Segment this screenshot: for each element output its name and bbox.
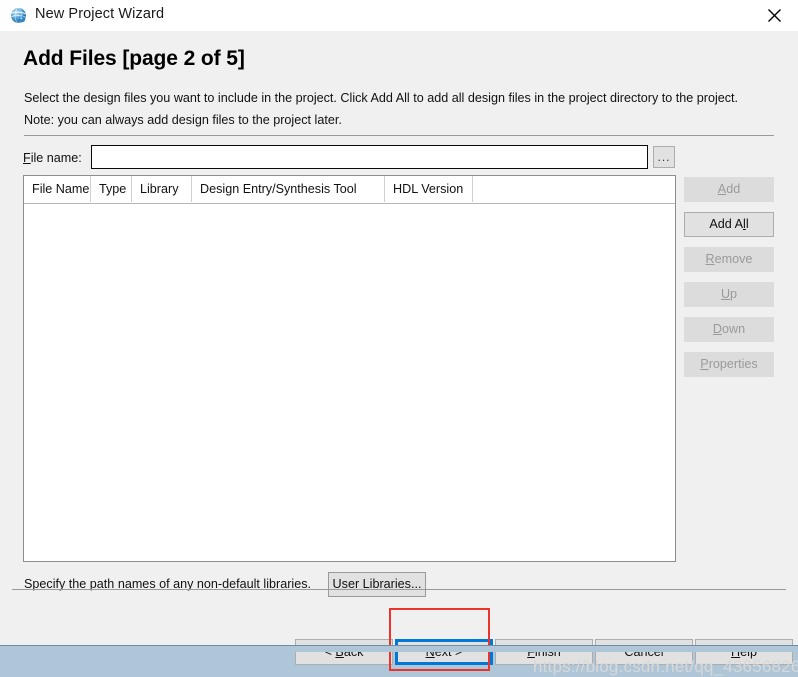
remove-button: Remove [684, 247, 774, 272]
desktop-background-strip [0, 645, 798, 652]
button-label-suffix: dd [726, 182, 741, 196]
add-all-button[interactable]: Add All [684, 212, 774, 237]
button-mnemonic: A [717, 182, 727, 196]
files-table-column-header[interactable] [473, 176, 675, 202]
close-icon[interactable] [752, 0, 798, 31]
help-button[interactable]: Help [695, 639, 793, 665]
file-name-label-text: ile name: [30, 151, 82, 165]
window-title: New Project Wizard [35, 6, 165, 22]
button-mnemonic: D [712, 322, 722, 336]
files-table-column-header[interactable]: Type [91, 176, 132, 202]
files-table-column-header[interactable]: Design Entry/Synthesis Tool [192, 176, 385, 202]
dialog-content: Add Files [page 2 of 5] Select the desig… [0, 31, 798, 676]
footer-separator [12, 589, 786, 590]
button-mnemonic: R [705, 252, 715, 266]
page-title: Add Files [page 2 of 5] [23, 47, 245, 70]
button-label-suffix: p [730, 287, 738, 301]
page-description-line-2: Note: you can always add design files to… [24, 113, 342, 127]
files-table-column-header[interactable]: Library [132, 176, 192, 202]
header-separator [24, 135, 774, 136]
browse-files-button[interactable]: ... [653, 146, 675, 168]
cancel-button[interactable]: Cancel [595, 639, 693, 665]
back-button[interactable]: < Back [295, 639, 393, 665]
file-name-label: File name: [23, 151, 82, 165]
titlebar: New Project Wizard [0, 0, 798, 32]
files-table[interactable]: File Name Type Library Design Entry/Synthes… [23, 175, 676, 562]
new-project-wizard-dialog: New Project Wizard Add Files [page 2 of … [0, 0, 798, 676]
user-libraries-button[interactable]: User Libraries... [328, 572, 426, 597]
file-name-input[interactable] [91, 145, 648, 169]
button-label-suffix: own [722, 322, 746, 336]
add-button: Add [684, 177, 774, 202]
button-mnemonic: U [720, 287, 731, 301]
files-table-header-row: File Name Type Library Design Entry/Synthes… [24, 176, 675, 204]
next-button[interactable]: Next > [395, 639, 493, 665]
button-label-suffix: emove [714, 252, 753, 266]
button-label-suffix: roperties [708, 357, 758, 371]
button-label-suffix: l [745, 217, 749, 231]
files-table-column-header[interactable]: File Name [24, 176, 91, 202]
properties-button: Properties [684, 352, 774, 377]
page-description-line-1: Select the design files you want to incl… [24, 91, 739, 105]
quartus-globe-icon [10, 7, 27, 24]
button-mnemonic: P [700, 357, 709, 371]
finish-button[interactable]: Finish [495, 639, 593, 665]
files-table-column-header[interactable]: HDL Version [385, 176, 473, 202]
button-label-prefix: Add A [709, 217, 743, 231]
up-button: Up [684, 282, 774, 307]
file-name-mnemonic: F [23, 151, 31, 165]
down-button: Down [684, 317, 774, 342]
